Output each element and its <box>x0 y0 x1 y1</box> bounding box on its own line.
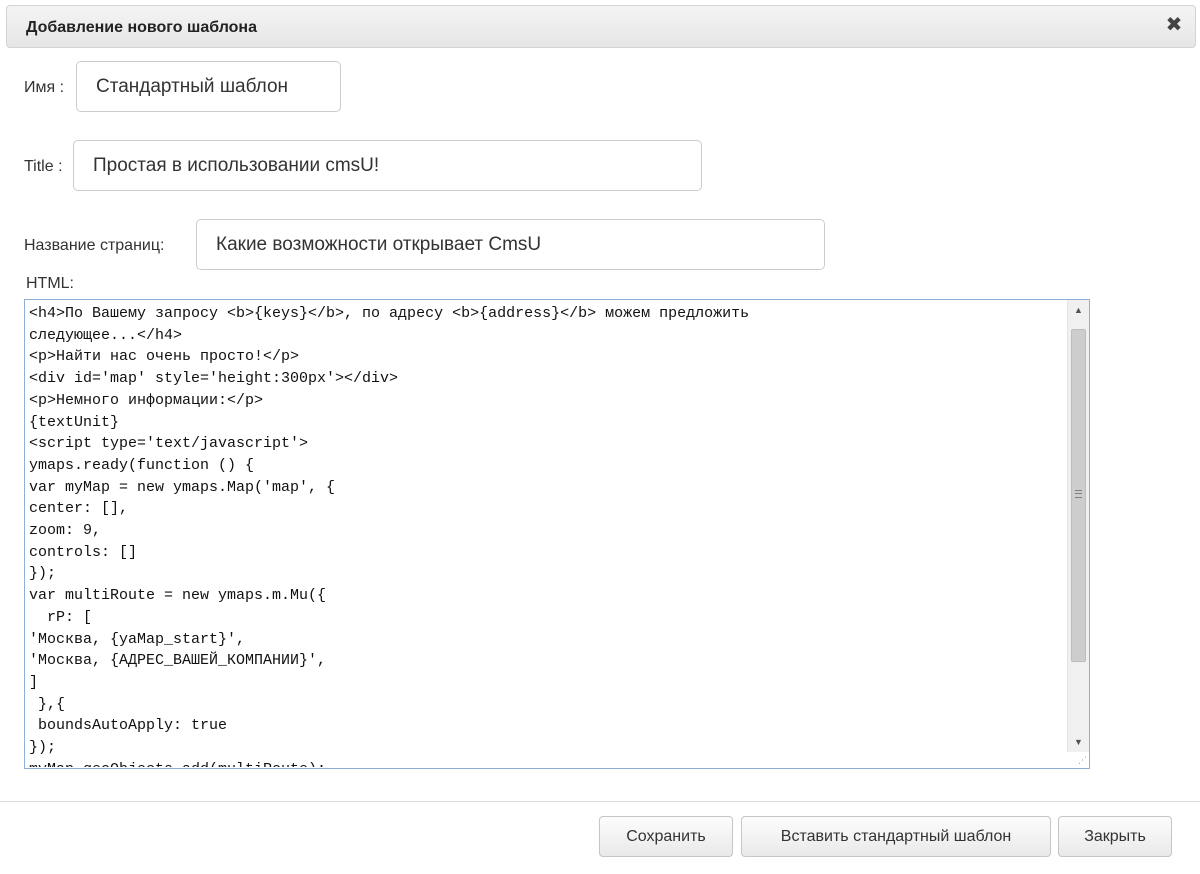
dialog-titlebar: Добавление нового шаблона ✖ <box>6 5 1196 48</box>
insert-default-template-button[interactable]: Вставить стандартный шаблон <box>741 816 1051 857</box>
html-label: HTML: <box>26 275 74 292</box>
page-name-input[interactable] <box>196 219 825 270</box>
code-line: <script type='text/javascript'> <box>29 435 309 453</box>
title-input[interactable] <box>73 140 702 191</box>
name-input[interactable] <box>76 61 341 112</box>
html-code-content[interactable]: <h4>По Вашему запросу <b>{keys}</b>, по … <box>29 303 1063 767</box>
html-editor[interactable]: <h4>По Вашему запросу <b>{keys}</b>, по … <box>24 299 1090 769</box>
code-line: center: [], <box>29 500 129 518</box>
thumb-grip-icon <box>1075 490 1082 498</box>
footer-divider <box>0 801 1200 802</box>
code-line: myMap.geoObjects.add(multiRoute); <box>29 759 1063 767</box>
title-label: Title : <box>24 158 63 175</box>
code-line: }); <box>29 739 57 757</box>
code-line: {textUnit} <box>29 413 120 431</box>
code-line: controls: [] <box>29 543 138 561</box>
code-line: zoom: 9, <box>29 522 102 540</box>
code-line: rP: [ <box>29 608 93 626</box>
code-line: <h4>По Вашему запросу <b>{keys}</b>, по … <box>29 305 750 322</box>
code-line: var myMap = new ymaps.Map('map', { <box>29 478 336 496</box>
close-button[interactable]: Закрыть <box>1058 816 1172 857</box>
page-name-label: Название страниц: <box>24 237 165 254</box>
dialog-title: Добавление нового шаблона <box>26 19 257 36</box>
code-line: 'Москва, {АДРЕС_ВАШЕЙ_КОМПАНИИ}', <box>29 652 327 670</box>
save-button[interactable]: Сохранить <box>599 816 733 857</box>
scroll-down-arrow-icon[interactable]: ▼ <box>1068 732 1089 752</box>
code-line: <div id='map' style='height:300px'></div… <box>29 370 399 388</box>
code-line: boundsAutoApply: true <box>29 717 228 735</box>
code-line: },{ <box>29 695 66 713</box>
name-label: Имя : <box>24 79 65 96</box>
code-line: <p>Найти нас очень просто!</p> <box>29 348 300 366</box>
code-line: ] <box>29 673 39 691</box>
code-line: 'Москва, {yaMap_start}', <box>29 630 246 648</box>
code-line: ymaps.ready(function () { <box>29 456 255 474</box>
code-line: <p>Немного информации:</p> <box>29 391 264 409</box>
code-line: следующее...</h4> <box>29 326 183 344</box>
resize-grip-icon[interactable]: ⋰ <box>1075 754 1087 766</box>
vertical-scrollbar[interactable]: ▲ ▼ <box>1067 300 1089 752</box>
code-line: var multiRoute = new ymaps.m.Mu({ <box>29 587 327 605</box>
close-icon[interactable]: ✖ <box>1161 12 1187 38</box>
scroll-up-arrow-icon[interactable]: ▲ <box>1068 300 1089 320</box>
add-template-dialog: Добавление нового шаблона ✖ Имя : Title … <box>0 0 1200 874</box>
code-line: }); <box>29 565 57 583</box>
scroll-thumb[interactable] <box>1071 329 1086 662</box>
